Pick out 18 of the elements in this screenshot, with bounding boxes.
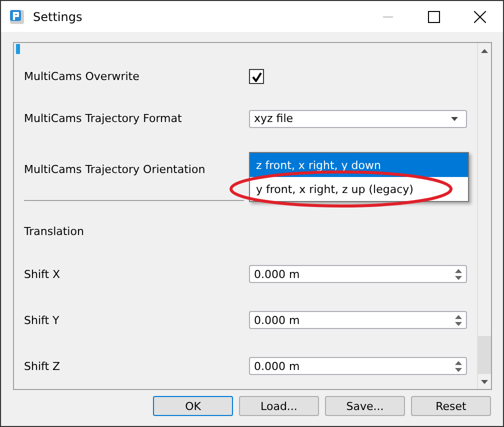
dialog-button[interactable]: OK	[153, 396, 233, 416]
dialog-button[interactable]: Save...	[325, 396, 405, 416]
setting-label: MultiCams Overwrite	[24, 70, 140, 84]
spin-field[interactable]: 0.000 m	[249, 357, 467, 376]
setting-label: MultiCams Trajectory Format	[24, 112, 183, 126]
spin-field[interactable]: 0.000 m	[249, 311, 467, 330]
setting-label: Shift Z	[24, 360, 62, 373]
section-heading: Translation	[24, 224, 85, 238]
dialog-button[interactable]: Load...	[239, 396, 319, 416]
spin-field[interactable]: 0.000 m	[249, 265, 467, 284]
setting-label: MultiCams Trajectory Orientation	[24, 163, 206, 176]
setting-label: Shift Y	[24, 314, 60, 327]
format-dropdown[interactable]: xyz file	[249, 110, 467, 128]
dialog-button[interactable]: Reset	[411, 396, 491, 416]
window-title: Settings	[33, 10, 84, 24]
dropdown-option[interactable]: z front, x right, y down	[250, 153, 468, 177]
setting-label: Shift X	[24, 268, 62, 281]
dropdown-option[interactable]: y front, x right, z up (legacy)	[250, 177, 468, 201]
